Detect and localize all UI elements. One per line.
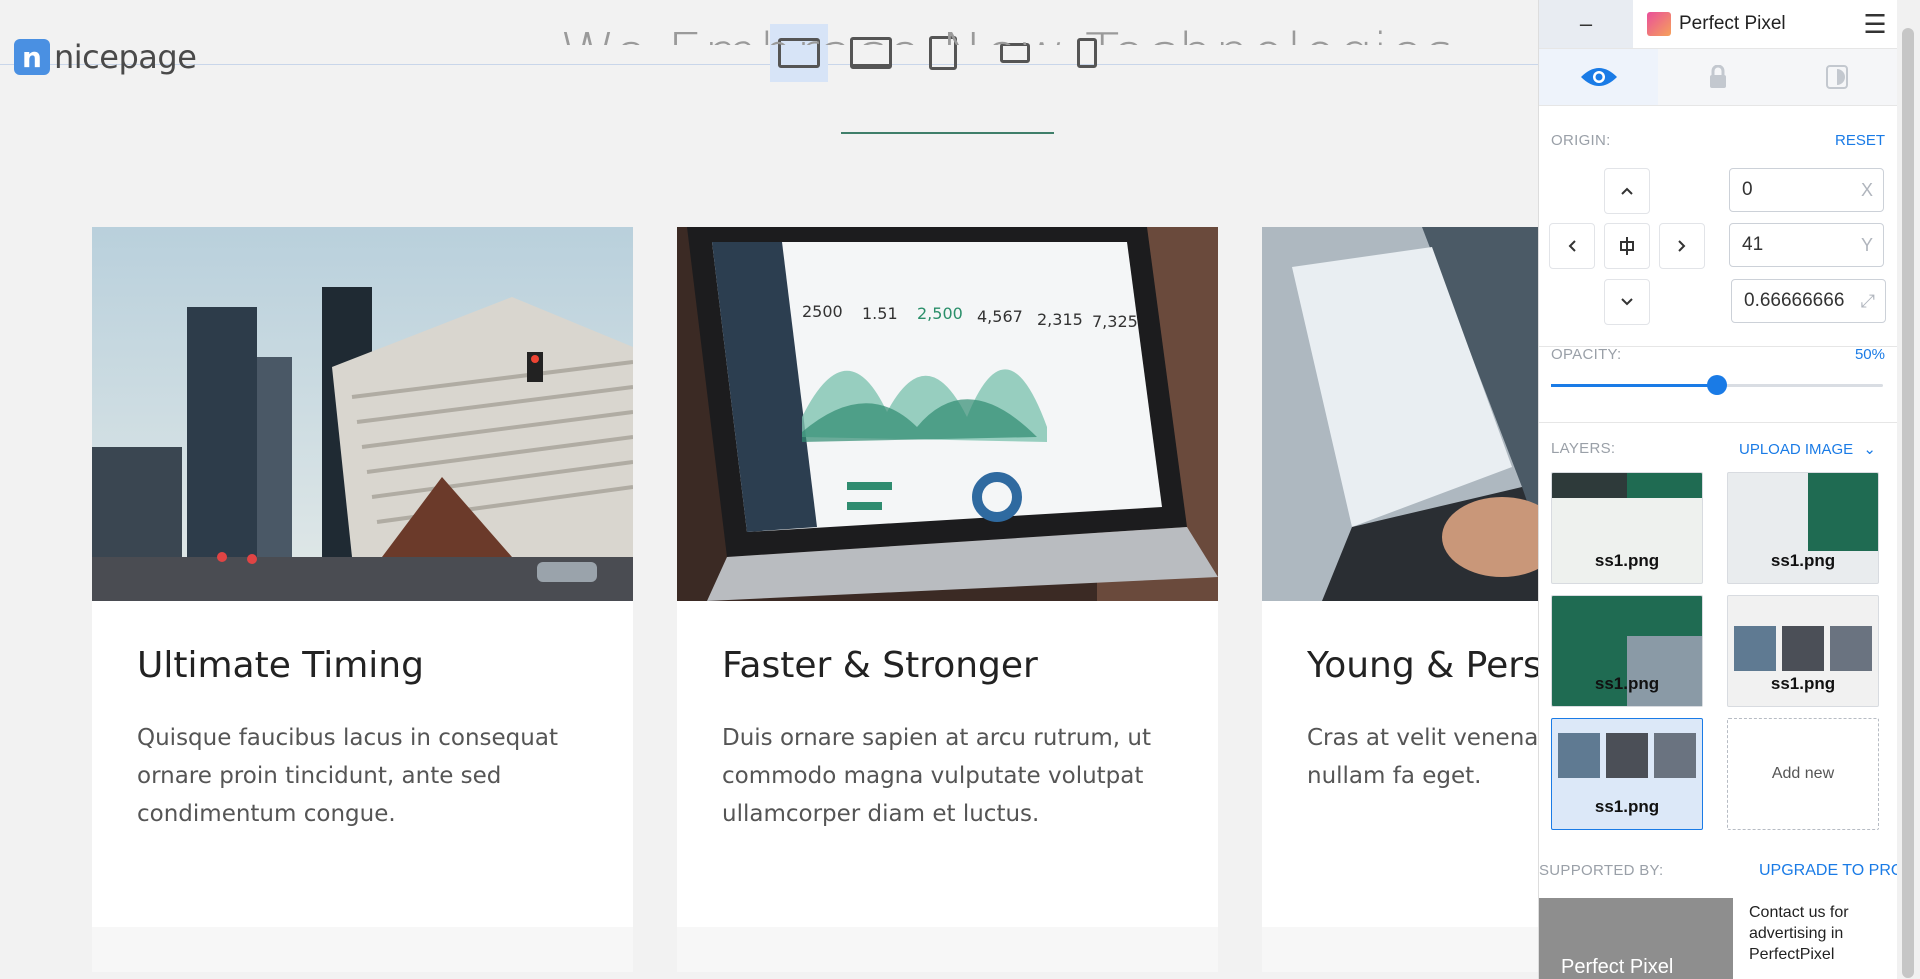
origin-y-value: 41 — [1742, 234, 1764, 255]
layer-name: ss1.png — [1770, 551, 1836, 570]
upgrade-to-pro-link[interactable]: UPGRADE TO PRO — [1759, 862, 1903, 880]
lock-icon[interactable] — [1658, 49, 1777, 105]
ad-brand: Perfect Pixel — [1561, 956, 1674, 978]
card-footer — [92, 927, 633, 972]
resize-icon: ⤢ — [1860, 290, 1875, 311]
nicepage-logo[interactable]: n nicepage — [14, 38, 197, 76]
scale-value: 0.66666666 — [1744, 290, 1845, 311]
visibility-eye-icon[interactable] — [1539, 49, 1659, 105]
feature-card: 2500 1.51 2,500 4,567 2,315 7,325 Faster & … — [677, 227, 1218, 972]
scrollbar-thumb[interactable] — [1902, 28, 1914, 978]
layer-thumbnail[interactable]: ss1.png — [1727, 472, 1879, 584]
supported-by-label: SUPPORTED BY: — [1539, 862, 1664, 879]
perfect-pixel-panel: – Perfect Pixel ☰ ORIGIN: RESET 0 X 41 Y… — [1538, 0, 1903, 979]
x-suffix: X — [1860, 179, 1873, 200]
opacity-label: OPACITY: — [1551, 346, 1622, 363]
city-architecture-image — [92, 227, 633, 601]
move-up-button[interactable] — [1604, 168, 1650, 214]
layer-thumbnail-selected[interactable]: ss1.png — [1551, 718, 1703, 830]
section-divider — [1539, 422, 1897, 423]
move-down-button[interactable] — [1604, 279, 1650, 325]
card-title: Faster & Stronger — [722, 645, 1038, 686]
svg-text:2,500: 2,500 — [917, 304, 963, 323]
panel-header: – Perfect Pixel ☰ — [1539, 0, 1897, 49]
advertisement[interactable]: Perfect Pixel Contact us for advertising… — [1539, 898, 1897, 979]
opacity-value: 50% — [1854, 346, 1885, 363]
origin-section: ORIGIN: RESET 0 X 41 Y 0.66666666 ⤢ — [1539, 106, 1897, 347]
card-title: Young & Persp — [1307, 645, 1565, 686]
origin-x-input[interactable]: 0 X — [1729, 168, 1884, 212]
logo-text: nicepage — [54, 38, 197, 76]
thumb-preview — [1808, 473, 1878, 551]
svg-text:2500: 2500 — [802, 302, 843, 321]
panel-tabs — [1539, 49, 1897, 106]
card-text: Duis ornare sapien at arcu rutrum, ut co… — [722, 725, 1151, 827]
page-scrollbar[interactable] — [1897, 0, 1920, 979]
move-left-button[interactable] — [1549, 223, 1595, 269]
svg-text:2,315: 2,315 — [1037, 310, 1083, 329]
add-new-layer-button[interactable]: Add new — [1727, 718, 1879, 830]
opacity-slider[interactable] — [1551, 375, 1883, 395]
thumb-preview — [1782, 626, 1824, 671]
feature-card: Ultimate Timing Quisque faucibus lacus i… — [92, 227, 633, 972]
perfect-pixel-logo-icon — [1647, 12, 1671, 36]
center-icon[interactable] — [1604, 223, 1650, 269]
panel-brand: Perfect Pixel — [1633, 0, 1853, 48]
thumb-preview — [1552, 473, 1627, 498]
move-right-button[interactable] — [1659, 223, 1705, 269]
opacity-slider-fill — [1551, 384, 1717, 387]
layer-name: ss1.png — [1594, 551, 1660, 570]
menu-icon[interactable]: ☰ — [1853, 0, 1897, 48]
card-footer — [677, 927, 1218, 972]
origin-x-value: 0 — [1742, 179, 1753, 200]
card-title: Ultimate Timing — [137, 645, 424, 686]
laptop-dashboard-image: 2500 1.51 2,500 4,567 2,315 7,325 — [677, 227, 1218, 601]
thumb-preview — [1558, 733, 1600, 778]
thumb-preview — [1830, 626, 1872, 671]
layer-name: ss1.png — [1770, 674, 1836, 693]
layers-label: LAYERS: — [1551, 440, 1616, 457]
upload-image-label: UPLOAD IMAGE — [1739, 441, 1854, 458]
chevron-down-icon: ⌄ — [1863, 441, 1876, 458]
card-text: Quisque faucibus lacus in consequat orna… — [137, 725, 558, 827]
svg-text:7,325: 7,325 — [1092, 312, 1138, 331]
layer-name: ss1.png — [1594, 797, 1660, 816]
panel-title: Perfect Pixel — [1679, 13, 1786, 34]
page: n nicepage We Embrace New Technologies U… — [0, 0, 1920, 979]
reset-button[interactable]: RESET — [1835, 132, 1885, 149]
opacity-slider-handle[interactable] — [1707, 375, 1727, 395]
origin-label: ORIGIN: — [1551, 132, 1611, 149]
thumb-preview — [1627, 636, 1702, 706]
thumb-preview — [1627, 473, 1702, 498]
layer-name: ss1.png — [1594, 674, 1660, 693]
scale-input[interactable]: 0.66666666 ⤢ — [1731, 279, 1886, 323]
minimize-button[interactable]: – — [1539, 0, 1633, 48]
thumb-preview — [1734, 626, 1776, 671]
layer-thumbnail[interactable]: ss1.png — [1727, 595, 1879, 707]
invert-colors-icon[interactable] — [1778, 49, 1897, 105]
y-suffix: Y — [1860, 234, 1873, 255]
layer-thumbnail[interactable]: ss1.png — [1551, 472, 1703, 584]
ad-image: Perfect Pixel — [1539, 898, 1733, 979]
ad-text: Contact us for advertising in PerfectPix… — [1749, 904, 1849, 963]
svg-text:4,567: 4,567 — [977, 307, 1023, 326]
thumb-preview — [1606, 733, 1648, 778]
thumb-preview — [1654, 733, 1696, 778]
layer-thumbnail[interactable]: ss1.png — [1551, 595, 1703, 707]
svg-text:1.51: 1.51 — [862, 304, 898, 323]
heading-divider — [841, 132, 1054, 134]
upload-image-button[interactable]: UPLOAD IMAGE ⌄ — [1739, 440, 1876, 458]
origin-y-input[interactable]: 41 Y — [1729, 223, 1884, 267]
logo-mark: n — [14, 39, 50, 75]
